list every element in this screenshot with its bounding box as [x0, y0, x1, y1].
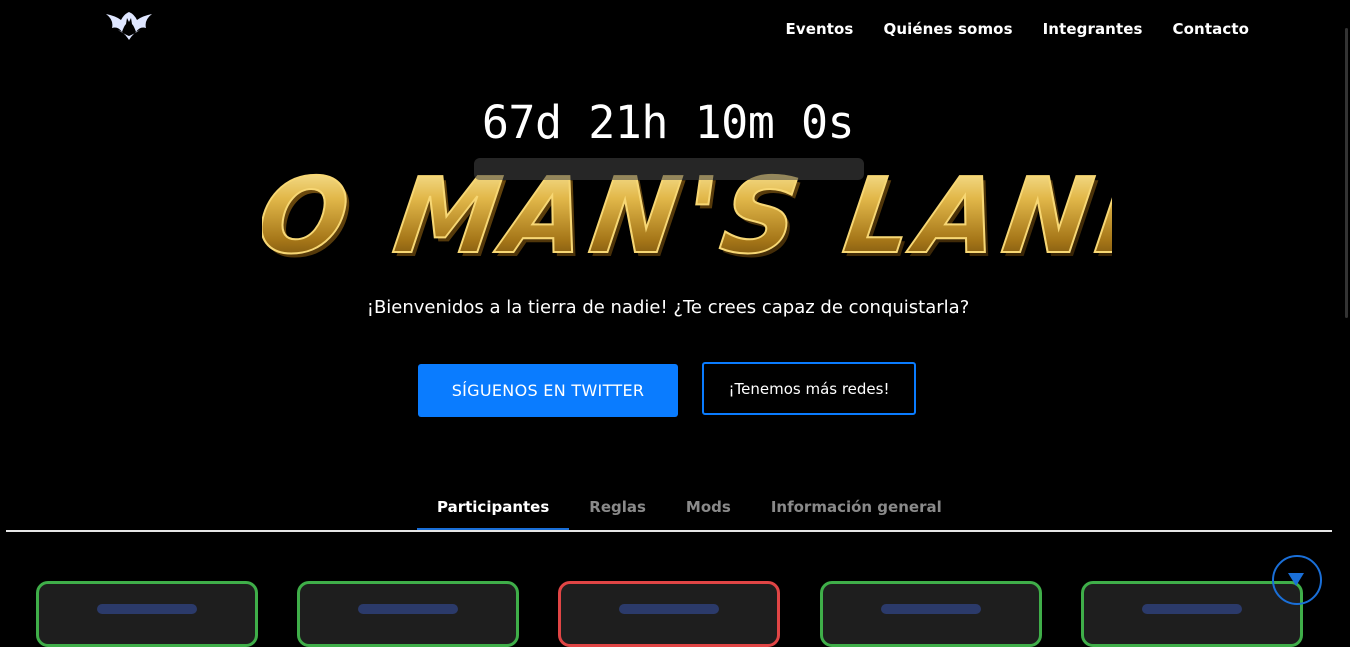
- no-mans-land-title-logo: NO MAN'S LAND NO MAN'S LAND: [157, 152, 1202, 280]
- main-nav: Eventos Quiénes somos Integrantes Contac…: [785, 20, 1249, 38]
- participant-avatar: [881, 604, 981, 614]
- follow-twitter-button[interactable]: SÍGUENOS EN TWITTER: [418, 364, 678, 417]
- nav-quienes-somos[interactable]: Quiénes somos: [883, 20, 1012, 38]
- tab-informacion-general[interactable]: Información general: [751, 490, 962, 531]
- countdown-timer: 67d 21h 10m 0s: [481, 96, 855, 149]
- page-scrollbar[interactable]: [1342, 0, 1350, 610]
- participant-card[interactable]: [36, 581, 258, 647]
- more-socials-button[interactable]: ¡Tenemos más redes!: [702, 362, 916, 415]
- tabs-divider: [6, 530, 1332, 532]
- tab-reglas[interactable]: Reglas: [569, 490, 666, 531]
- participant-card[interactable]: [297, 581, 519, 647]
- participant-avatar: [1142, 604, 1242, 614]
- bat-logo-icon[interactable]: [104, 10, 154, 42]
- nav-integrantes[interactable]: Integrantes: [1043, 20, 1143, 38]
- participant-card[interactable]: [558, 581, 780, 647]
- nav-contacto[interactable]: Contacto: [1173, 20, 1249, 38]
- participant-avatar: [619, 604, 719, 614]
- tagline: ¡Bienvenidos a la tierra de nadie! ¿Te c…: [366, 297, 970, 318]
- section-tabs: Participantes Reglas Mods Información ge…: [417, 490, 962, 531]
- scrollbar-thumb[interactable]: [1345, 28, 1348, 318]
- tab-mods[interactable]: Mods: [666, 490, 751, 531]
- title-overlay-bar: [474, 158, 864, 180]
- participant-avatar: [97, 604, 197, 614]
- nav-eventos[interactable]: Eventos: [785, 20, 853, 38]
- participant-avatar: [358, 604, 458, 614]
- scroll-down-button[interactable]: [1272, 555, 1322, 605]
- tab-participantes[interactable]: Participantes: [417, 490, 570, 531]
- participant-card[interactable]: [1081, 581, 1303, 647]
- participant-card[interactable]: [820, 581, 1042, 647]
- triangle-down-icon: [1288, 573, 1304, 586]
